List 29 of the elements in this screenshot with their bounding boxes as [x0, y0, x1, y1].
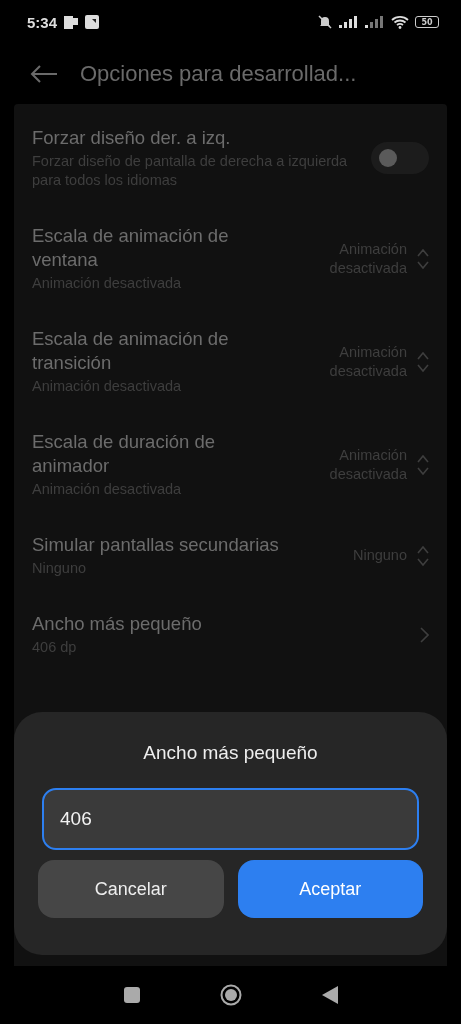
signal-icon [339, 16, 359, 28]
chevron-right-icon [420, 626, 429, 643]
setting-title: Escala de duración de animador [32, 430, 217, 478]
page-title: Opciones para desarrollad... [80, 61, 357, 87]
cancel-button[interactable]: Cancelar [38, 860, 224, 918]
battery-level: 50 [415, 16, 439, 28]
signal-icon [365, 16, 385, 28]
back-nav-icon[interactable] [321, 986, 338, 1004]
input-field[interactable]: 406 [42, 788, 419, 850]
muted-bell-icon [317, 14, 333, 30]
setting-title: Escala de animación de ventana [32, 224, 230, 272]
dialog-title: Ancho más pequeño [143, 742, 318, 764]
image-icon [85, 15, 100, 29]
setting-title: Simular pantallas secundarias [32, 533, 280, 557]
square-nav-icon[interactable] [123, 987, 140, 1003]
accept-button[interactable]: Aceptar [237, 860, 423, 918]
up-down-chevron-icon [417, 247, 429, 270]
up-down-chevron-icon [417, 453, 429, 476]
up-down-chevron-icon [417, 350, 429, 373]
wifi-icon [391, 15, 409, 29]
setting-title: Ancho más pequeño [32, 612, 203, 636]
up-down-chevron-icon [417, 544, 429, 567]
setting-title: Escala de animación de transición [32, 327, 230, 375]
notification-icon [63, 14, 80, 30]
toggle-switch[interactable] [371, 142, 429, 174]
back-arrow-icon[interactable] [30, 65, 58, 83]
status-time: 5:34 [27, 13, 58, 31]
home-nav-icon[interactable] [219, 984, 242, 1006]
setting-title: Forzar diseño der. a izq. [32, 126, 232, 150]
